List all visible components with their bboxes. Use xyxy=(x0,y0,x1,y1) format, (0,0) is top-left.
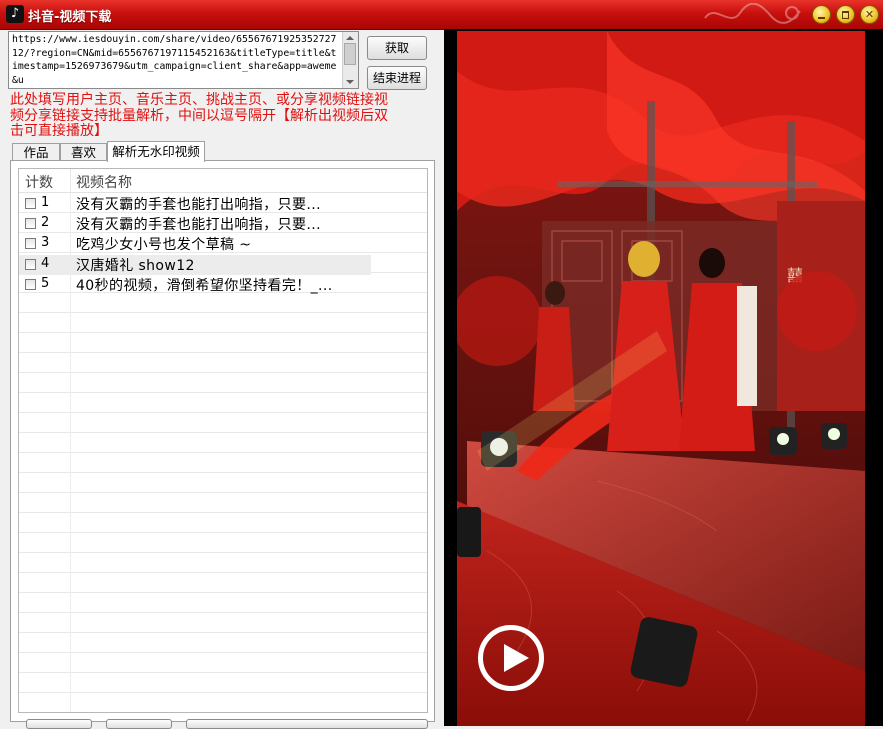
row-count: 3 xyxy=(41,235,50,250)
close-icon: ✕ xyxy=(864,8,875,21)
video-frame-image[interactable]: 囍 xyxy=(457,31,865,726)
row-count: 4 xyxy=(41,256,50,271)
minimize-button[interactable] xyxy=(812,5,831,24)
scroll-down-icon[interactable] xyxy=(346,80,354,84)
bottom-button-2[interactable] xyxy=(106,719,172,729)
fetch-button[interactable]: 获取 xyxy=(367,36,427,60)
play-button[interactable] xyxy=(478,625,544,691)
url-scrollbar[interactable] xyxy=(342,32,358,88)
row-checkbox[interactable] xyxy=(25,259,36,270)
row-video-name[interactable]: 没有灭霸的手套也能打出响指，只要... xyxy=(76,214,321,234)
bottom-button-3[interactable] xyxy=(186,719,428,729)
window-title: 抖音-视频下载 xyxy=(28,10,112,25)
list-header: 计数 视频名称 xyxy=(19,169,427,193)
list-item-selected[interactable]: 4 汉唐婚礼 show12 xyxy=(19,255,371,275)
instruction-hint: 此处填写用户主页、音乐主页、挑战主页、或分享视频链接视频分享链接支持批量解析，中… xyxy=(10,92,388,139)
row-count: 5 xyxy=(41,276,50,291)
row-checkbox[interactable] xyxy=(25,238,36,249)
row-video-name[interactable]: 汉唐婚礼 show12 xyxy=(76,255,195,275)
row-video-name[interactable]: 没有灭霸的手套也能打出响指，只要... xyxy=(76,194,321,214)
tiktok-app-icon: ♪ xyxy=(6,5,24,23)
url-input-text[interactable]: https://www.iesdouyin.com/share/video/65… xyxy=(12,33,342,87)
bottom-button-1[interactable] xyxy=(26,719,92,729)
row-video-name[interactable]: 吃鸡少女小号也发个草稿 ~ xyxy=(76,234,251,254)
video-list[interactable]: 计数 视频名称 1 没有灭霸的手套也能打出响指，只要... 2 没有灭霸的手套也… xyxy=(18,168,428,713)
column-count-header[interactable]: 计数 xyxy=(25,172,53,192)
list-item[interactable]: 5 40秒的视频，滑倒希望你坚持看完！_... xyxy=(19,275,427,295)
row-count: 2 xyxy=(41,215,50,230)
list-item[interactable]: 2 没有灭霸的手套也能打出响指，只要... xyxy=(19,214,427,234)
row-video-name[interactable]: 40秒的视频，滑倒希望你坚持看完！_... xyxy=(76,275,333,295)
column-divider xyxy=(70,169,71,192)
row-checkbox[interactable] xyxy=(25,218,36,229)
wedding-stage-scene: 囍 xyxy=(457,31,865,726)
url-input[interactable]: https://www.iesdouyin.com/share/video/65… xyxy=(8,31,359,89)
row-count: 1 xyxy=(41,195,50,210)
video-player[interactable]: 囍 xyxy=(444,29,883,726)
title-bar: ♪ 抖音-视频下载 ✕ xyxy=(0,0,883,30)
row-checkbox[interactable] xyxy=(25,279,36,290)
close-button[interactable]: ✕ xyxy=(860,5,879,24)
column-name-header[interactable]: 视频名称 xyxy=(76,172,132,192)
scroll-thumb[interactable] xyxy=(344,43,356,65)
tab-parse-no-watermark[interactable]: 解析无水印视频 xyxy=(107,141,205,162)
list-item[interactable]: 3 吃鸡少女小号也发个草稿 ~ xyxy=(19,234,427,254)
tab-likes[interactable]: 喜欢 xyxy=(60,143,107,161)
row-checkbox[interactable] xyxy=(25,198,36,209)
scroll-up-icon[interactable] xyxy=(346,36,354,40)
play-icon xyxy=(504,644,529,672)
title-decoration-icon xyxy=(704,3,801,24)
tab-works[interactable]: 作品 xyxy=(12,143,60,161)
maximize-button[interactable] xyxy=(836,5,855,24)
list-item[interactable]: 1 没有灭霸的手套也能打出响指，只要... xyxy=(19,194,427,214)
stop-process-button[interactable]: 结束进程 xyxy=(367,66,427,90)
